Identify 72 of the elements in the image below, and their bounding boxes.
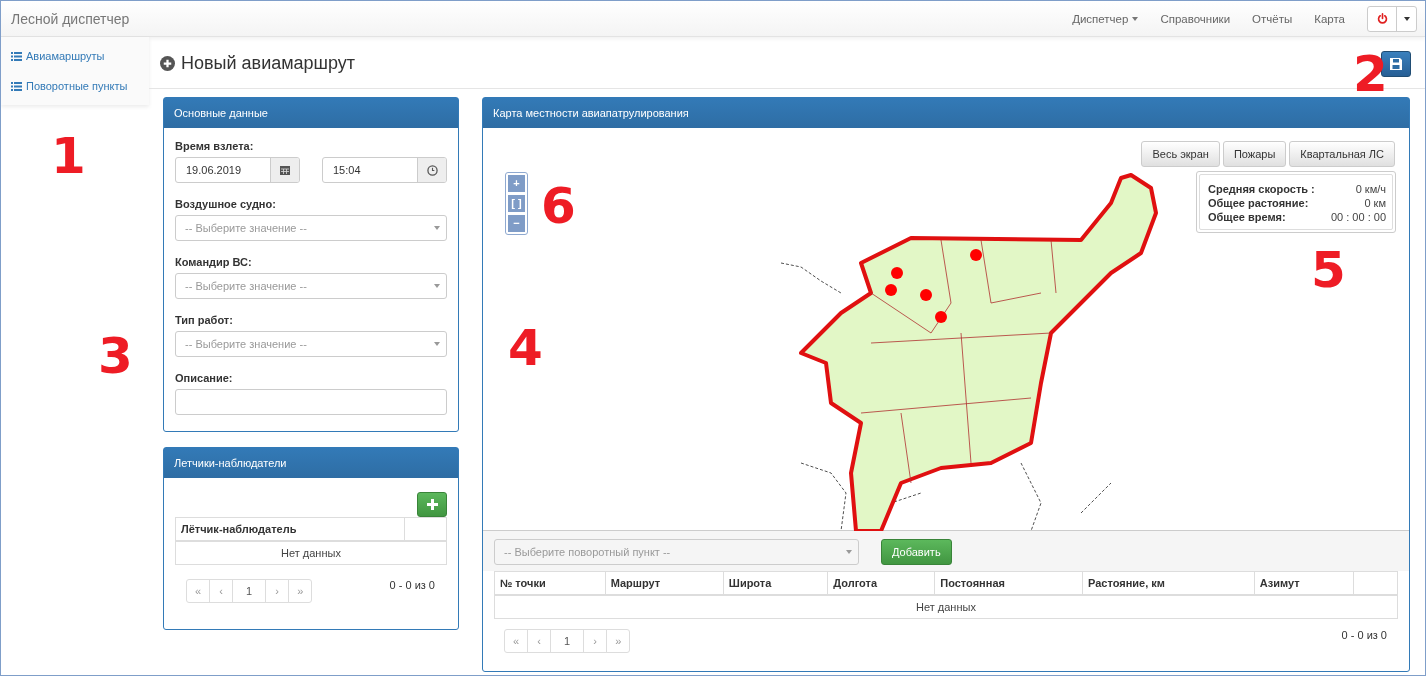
date-field[interactable]: 19.06.2019 bbox=[175, 157, 300, 183]
input-field[interactable] bbox=[175, 389, 447, 415]
page-title: Новый авиамаршрут bbox=[181, 53, 356, 74]
column-header: Лётчик-наблюдатель bbox=[175, 517, 405, 541]
select-field[interactable]: -- Выберите значение -- bbox=[175, 215, 447, 241]
pagination-link[interactable]: » bbox=[288, 579, 313, 603]
zoom-button[interactable]: [ ] bbox=[508, 195, 525, 212]
power-icon bbox=[1376, 13, 1388, 24]
select-field[interactable]: -- Выберите значение -- bbox=[175, 273, 447, 299]
annotation-number: 3 bbox=[98, 331, 133, 381]
add-button[interactable]: Добавить bbox=[881, 539, 952, 565]
field-label: Воздушное судно: bbox=[175, 198, 277, 210]
select-field[interactable]: -- Выберите значение -- bbox=[175, 331, 447, 357]
nav-link[interactable]: Диспетчер bbox=[1072, 12, 1139, 25]
panel-title: Летчики-наблюдатели bbox=[164, 448, 458, 478]
field-label: Тип работ: bbox=[175, 314, 234, 326]
pagination-link[interactable]: ‹ bbox=[527, 629, 552, 653]
pagination-link[interactable]: 1 bbox=[232, 579, 267, 603]
add-button[interactable] bbox=[417, 492, 447, 517]
nav-link[interactable]: Карта bbox=[1314, 12, 1345, 25]
annotation-number: 5 bbox=[1311, 245, 1346, 295]
stat-value: 00 : 00 : 00 bbox=[1330, 211, 1386, 223]
layer-button[interactable]: Пожары bbox=[1222, 141, 1287, 167]
zoom-button[interactable]: − bbox=[508, 215, 525, 232]
annotation-number: 2 bbox=[1353, 49, 1388, 99]
pagination-link[interactable]: 1 bbox=[550, 629, 585, 653]
panel-title: Карта местности авиапатрулирования bbox=[483, 98, 1409, 128]
clock-icon bbox=[426, 164, 438, 176]
time-field[interactable]: 15:04 bbox=[322, 157, 447, 183]
calendar-icon bbox=[280, 165, 290, 175]
list-icon bbox=[11, 51, 22, 61]
column-header: Постоянная bbox=[934, 571, 1083, 595]
sidebar-item[interactable]: Поворотные пункты bbox=[1, 71, 149, 101]
zoom-button[interactable]: + bbox=[508, 175, 525, 192]
stat-label: Общее время: bbox=[1208, 211, 1286, 223]
pagination-link[interactable]: « bbox=[186, 579, 211, 603]
annotation-number: 4 bbox=[508, 323, 543, 373]
column-header: № точки bbox=[494, 571, 606, 595]
list-icon bbox=[11, 81, 22, 91]
stat-label: Общее растояние: bbox=[1208, 197, 1309, 209]
panel-title: Основные данные bbox=[164, 98, 458, 128]
layer-button[interactable]: Квартальная ЛС bbox=[1289, 141, 1395, 167]
nav-link[interactable]: Отчёты bbox=[1252, 12, 1293, 25]
app-brand[interactable]: Лесной диспетчер bbox=[11, 10, 130, 27]
column-header: Широта bbox=[723, 571, 828, 595]
stat-label: Средняя скорость : bbox=[1208, 183, 1315, 195]
column-header: Растояние, км bbox=[1082, 571, 1255, 595]
layer-button[interactable]: Весь экран bbox=[1141, 141, 1220, 167]
pagination-link[interactable]: › bbox=[583, 629, 608, 653]
record-count: 0 - 0 из 0 bbox=[1341, 629, 1387, 641]
field-label: Время взлета: bbox=[175, 140, 255, 152]
annotation-number: 6 bbox=[541, 181, 576, 231]
field-label: Командир ВС: bbox=[175, 256, 253, 268]
pagination-link[interactable]: » bbox=[606, 629, 631, 653]
stat-value: 0 км bbox=[1364, 197, 1386, 209]
plus-circle-icon bbox=[160, 56, 175, 71]
column-header: Азимут bbox=[1254, 571, 1354, 595]
nav-link[interactable]: Справочники bbox=[1160, 12, 1231, 25]
empty-table-message: Нет данных bbox=[175, 541, 447, 565]
empty-table-message: Нет данных bbox=[494, 595, 1398, 619]
plus-icon bbox=[426, 499, 438, 510]
pagination-link[interactable]: ‹ bbox=[209, 579, 234, 603]
field-label: Описание: bbox=[175, 372, 234, 384]
stat-value: 0 км/ч bbox=[1355, 183, 1386, 195]
select-field[interactable]: -- Выберите поворотный пункт -- bbox=[494, 539, 859, 565]
pagination-link[interactable]: › bbox=[265, 579, 290, 603]
record-count: 0 - 0 из 0 bbox=[389, 579, 435, 591]
sidebar-item[interactable]: Авиамаршруты bbox=[1, 41, 149, 71]
annotation-number: 1 bbox=[51, 131, 86, 181]
column-header: Маршрут bbox=[605, 571, 724, 595]
pagination-link[interactable]: « bbox=[504, 629, 529, 653]
column-header: Долгота bbox=[827, 571, 935, 595]
